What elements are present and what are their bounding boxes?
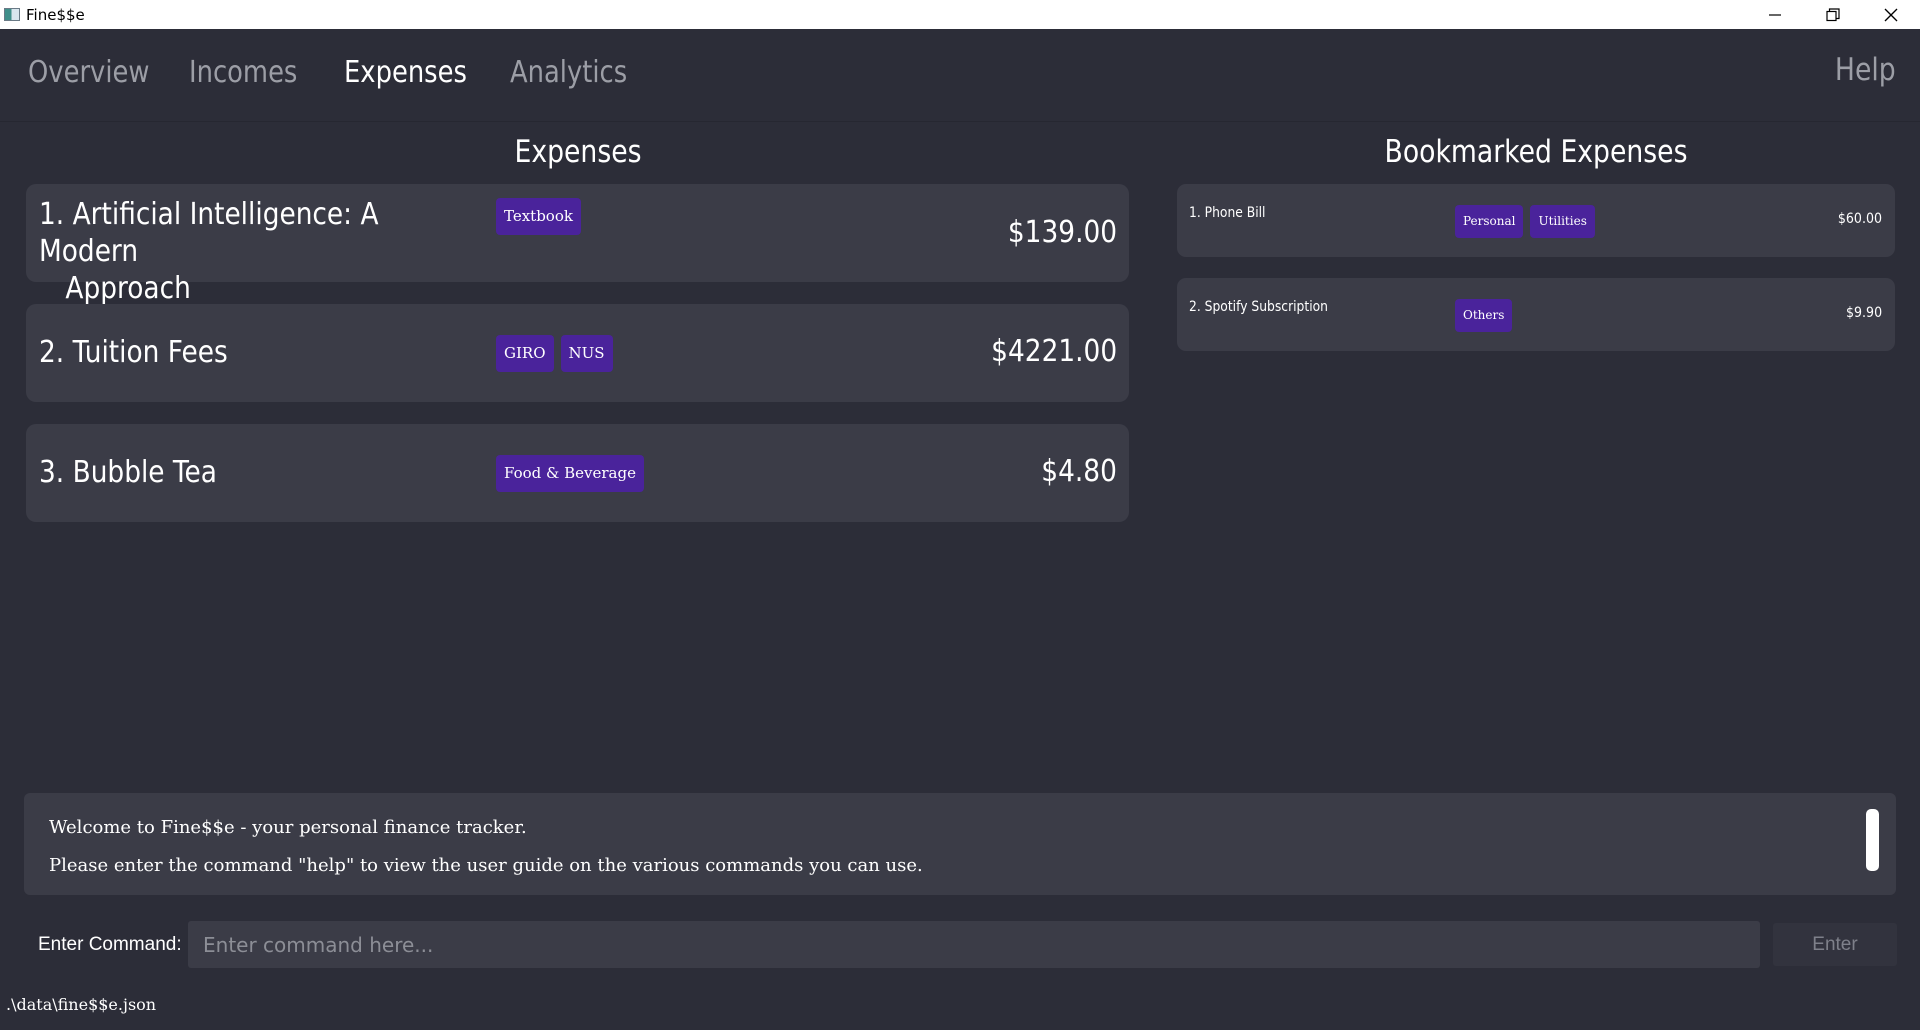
expense-tags: Textbook: [496, 198, 581, 235]
tag-badge: Utilities: [1530, 205, 1595, 238]
scrollbar-thumb[interactable]: [1866, 809, 1879, 871]
expense-card[interactable]: 1. Artificial Intelligence: A Modern App…: [26, 184, 1129, 306]
expense-amount: $139.00: [1007, 215, 1117, 250]
expense-index: 3.: [39, 455, 65, 490]
tag-badge: Textbook: [496, 198, 581, 235]
expense-tags: GIRO NUS: [496, 335, 613, 372]
window-titlebar: Fine$$e: [0, 0, 1920, 29]
bookmark-card[interactable]: 2. Spotify Subscription Others $9.90: [1177, 278, 1895, 351]
expense-name: 1. Artificial Intelligence: A Modern App…: [39, 196, 409, 307]
expense-card[interactable]: 3. Bubble Tea Food & Beverage $4.80: [26, 424, 1129, 522]
app-icon: [4, 8, 20, 21]
tag-badge: Personal: [1455, 205, 1524, 238]
tab-expenses[interactable]: Expenses: [344, 55, 467, 90]
tag-badge: Food & Beverage: [496, 455, 644, 492]
restore-button[interactable]: [1804, 0, 1862, 29]
command-input[interactable]: [188, 921, 1760, 968]
tab-bar: Overview Incomes Expenses Analytics Help: [0, 29, 1920, 122]
bookmark-name: 1. Phone Bill: [1189, 205, 1266, 221]
bookmark-tags: Others: [1455, 299, 1513, 332]
result-line: Welcome to Fine$$e - your personal finan…: [49, 817, 527, 838]
bookmark-card[interactable]: 1. Phone Bill Personal Utilities $60.00: [1177, 184, 1895, 257]
minimize-button[interactable]: [1746, 0, 1804, 29]
expense-tags: Food & Beverage: [496, 455, 644, 492]
minimize-icon: [1769, 13, 1781, 16]
tag-badge: Others: [1455, 299, 1513, 332]
close-icon: [1884, 8, 1898, 21]
expense-name-line2: Approach: [65, 271, 191, 306]
bookmark-amount: $9.90: [1845, 305, 1882, 321]
expense-amount: $4.80: [1041, 454, 1117, 489]
expense-name: 2. Tuition Fees: [39, 334, 409, 371]
tag-badge: GIRO: [496, 335, 554, 372]
command-label: Enter Command:: [38, 934, 182, 955]
expense-name-text: Tuition Fees: [72, 335, 228, 370]
expense-name-line1: Artificial Intelligence: A Modern: [39, 197, 379, 269]
result-line: Please enter the command "help" to view …: [49, 855, 923, 876]
bookmark-amount: $60.00: [1837, 211, 1882, 227]
restore-icon: [1826, 7, 1840, 21]
expense-card[interactable]: 2. Tuition Fees GIRO NUS $4221.00: [26, 304, 1129, 402]
expenses-panel-title: Expenses: [514, 134, 642, 170]
window-title: Fine$$e: [26, 5, 85, 24]
storage-path: .\data\fine$$e.json: [6, 995, 157, 1014]
bookmark-tags: Personal Utilities: [1455, 205, 1595, 238]
bookmarks-panel-title: Bookmarked Expenses: [1384, 134, 1688, 170]
help-button[interactable]: Help: [1835, 52, 1896, 88]
tab-analytics[interactable]: Analytics: [510, 55, 627, 90]
tab-overview[interactable]: Overview: [28, 55, 149, 90]
expense-amount: $4221.00: [991, 334, 1117, 369]
result-display[interactable]: Welcome to Fine$$e - your personal finan…: [24, 793, 1896, 895]
expense-name: 3. Bubble Tea: [39, 454, 409, 491]
enter-button[interactable]: Enter: [1773, 923, 1897, 966]
tag-badge: NUS: [560, 335, 613, 372]
window-controls: [1746, 0, 1920, 29]
close-button[interactable]: [1862, 0, 1920, 29]
tab-incomes[interactable]: Incomes: [189, 55, 297, 90]
expense-index: 2.: [39, 335, 65, 370]
bookmark-name: 2. Spotify Subscription: [1189, 299, 1328, 315]
expense-index: 1.: [39, 197, 65, 232]
expense-name-text: Bubble Tea: [72, 455, 217, 490]
